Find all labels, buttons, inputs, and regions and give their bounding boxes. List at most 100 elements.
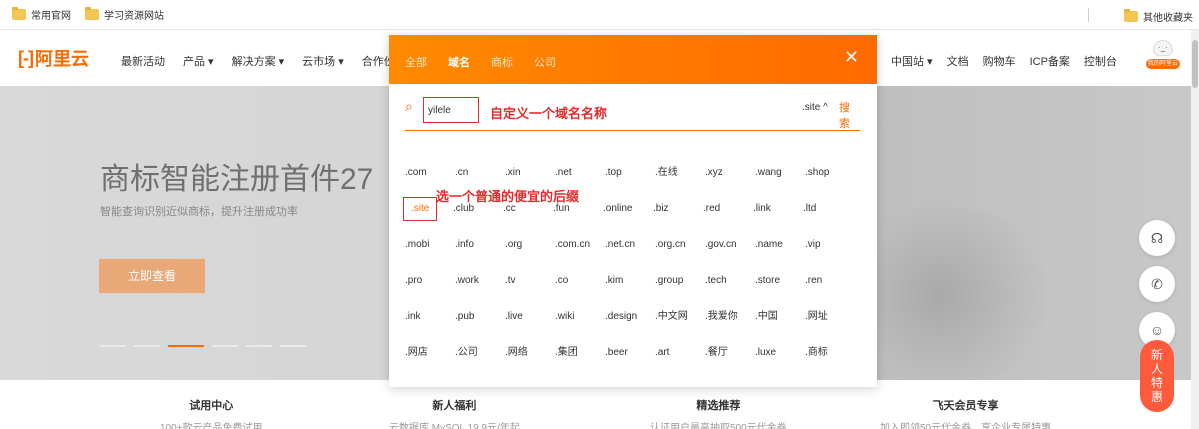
search-button[interactable]: 搜索: [839, 99, 860, 131]
nav-item-console[interactable]: 控制台: [1084, 53, 1117, 69]
nav-item-products[interactable]: 产品 ▾: [183, 53, 214, 69]
card-trial[interactable]: 试用中心 100+款云产品免费试用: [160, 397, 263, 429]
suffix-row: .site .club .cc .fun .online .biz .red .link .lt…: [403, 197, 865, 238]
suffix-option[interactable]: .公司: [455, 346, 505, 382]
suffix-option[interactable]: .餐厅: [705, 346, 755, 382]
suffix-option[interactable]: .ltd: [803, 202, 853, 238]
suffix-option[interactable]: .club: [453, 202, 503, 238]
nav-item-icp[interactable]: ICP备案: [1030, 53, 1070, 69]
nav-item-region[interactable]: 中国站 ▾: [891, 53, 933, 69]
hero-subtitle: 智能查询识别近似商标，提升注册成功率: [100, 206, 298, 218]
suffix-option[interactable]: .name: [755, 238, 805, 274]
suffix-option[interactable]: .ink: [405, 310, 455, 346]
nav-item-solutions[interactable]: 解决方案 ▾: [232, 53, 285, 69]
suffix-option[interactable]: .集团: [555, 346, 605, 382]
carousel-dot[interactable]: [246, 345, 272, 347]
close-icon[interactable]: ✕: [844, 47, 859, 67]
suffix-option[interactable]: .biz: [653, 202, 703, 238]
nav-item-docs[interactable]: 文档: [947, 53, 969, 69]
card-title: 试用中心: [189, 400, 234, 412]
nav-item-marketplace[interactable]: 云市场 ▾: [302, 53, 344, 69]
suffix-option[interactable]: .pub: [455, 310, 505, 346]
suffix-option[interactable]: .商标: [805, 346, 855, 382]
suffix-option[interactable]: .在线: [655, 166, 705, 202]
suffix-option[interactable]: .art: [655, 346, 705, 382]
suffix-option[interactable]: .link: [753, 202, 803, 238]
carousel-dots: [100, 345, 314, 347]
carousel-dot[interactable]: [212, 345, 238, 347]
scrollbar-thumb[interactable]: [1192, 40, 1198, 88]
carousel-dot-active[interactable]: [168, 345, 204, 347]
suffix-option[interactable]: .luxe: [755, 346, 805, 382]
hero-cta-button[interactable]: 立即查看: [99, 259, 205, 293]
phone-icon[interactable]: ✆: [1139, 266, 1175, 302]
suffix-option[interactable]: .网络: [505, 346, 555, 382]
scrollbar-track[interactable]: [1191, 30, 1199, 429]
newbie-offer-button[interactable]: 新 人 特 惠: [1140, 340, 1174, 412]
suffix-row: .网店 .公司 .网络 .集团 .beer .art .餐厅 .luxe .商标: [405, 346, 865, 382]
avatar[interactable]: ·_· 我的阿里云: [1146, 40, 1180, 78]
suffix-option[interactable]: .shop: [805, 166, 855, 202]
tab-trademark[interactable]: 商标: [491, 54, 513, 70]
newbie-char: 新: [1150, 348, 1163, 362]
suffix-option[interactable]: .store: [755, 274, 805, 310]
suffix-option[interactable]: .com.cn: [555, 238, 605, 274]
suffix-option[interactable]: .cc: [503, 202, 553, 238]
suffix-option[interactable]: .net.cn: [605, 238, 655, 274]
carousel-dot[interactable]: [280, 345, 306, 347]
domain-search-input[interactable]: [423, 97, 479, 123]
suffix-option[interactable]: .info: [455, 238, 505, 274]
tab-company[interactable]: 公司: [534, 54, 556, 70]
suffix-option[interactable]: .design: [605, 310, 655, 346]
card-newbie[interactable]: 新人福利 云数据库 MySQL 19.9元/年起: [389, 397, 520, 429]
suffix-dropdown[interactable]: .site ^: [802, 102, 828, 113]
suffix-option[interactable]: .我爱你: [705, 310, 755, 346]
suffix-option[interactable]: .kim: [605, 274, 655, 310]
bookmark-item[interactable]: 常用官网: [12, 7, 71, 22]
suffix-option[interactable]: .pro: [405, 274, 455, 310]
aliyun-logo[interactable]: [-] 阿里云: [18, 45, 89, 71]
suffix-option[interactable]: .red: [703, 202, 753, 238]
suffix-option[interactable]: .xyz: [705, 166, 755, 202]
carousel-dot[interactable]: [134, 345, 160, 347]
suffix-option[interactable]: .top: [605, 166, 655, 202]
card-title: 精选推荐: [696, 400, 741, 412]
suffix-option[interactable]: .中国: [755, 310, 805, 346]
suffix-option[interactable]: .org.cn: [655, 238, 705, 274]
card-desc: 加入即领50元代金券，享企业专属特惠: [880, 423, 1052, 429]
suffix-option[interactable]: .beer: [605, 346, 655, 382]
carousel-dot[interactable]: [100, 345, 126, 347]
suffix-option[interactable]: .中文网: [655, 310, 705, 346]
suffix-option[interactable]: .vip: [805, 238, 855, 274]
tab-domain[interactable]: 域名: [448, 54, 470, 70]
nav-item-latest[interactable]: 最新活动: [121, 53, 165, 69]
card-desc: 认证用户最高抽取500元代金券: [650, 423, 787, 429]
card-featured[interactable]: 精选推荐 认证用户最高抽取500元代金券: [650, 397, 787, 429]
suffix-option[interactable]: .ren: [805, 274, 855, 310]
suffix-option-selected[interactable]: .site: [403, 197, 437, 221]
headset-icon[interactable]: ☊: [1139, 220, 1175, 256]
suffix-option[interactable]: .online: [603, 202, 653, 238]
suffix-option[interactable]: .live: [505, 310, 555, 346]
suffix-option[interactable]: .wang: [755, 166, 805, 202]
suffix-option[interactable]: .网址: [805, 310, 855, 346]
tab-all[interactable]: 全部: [405, 54, 427, 70]
bookmark-item[interactable]: 学习资源网站: [85, 7, 164, 22]
bookmarks-bar: 常用官网 学习资源网站 其他收藏夹: [0, 0, 1199, 30]
suffix-option[interactable]: .网店: [405, 346, 455, 382]
suffix-option[interactable]: .org: [505, 238, 555, 274]
suffix-option[interactable]: .tv: [505, 274, 555, 310]
hero-title: 商标智能注册首件27: [100, 163, 374, 196]
suffix-option[interactable]: .tech: [705, 274, 755, 310]
suffix-option[interactable]: .co: [555, 274, 605, 310]
card-desc: 100+款云产品免费试用: [160, 423, 263, 429]
nav-item-cart[interactable]: 购物车: [983, 53, 1016, 69]
suffix-option[interactable]: .group: [655, 274, 705, 310]
suffix-option[interactable]: .wiki: [555, 310, 605, 346]
card-membership[interactable]: 飞天会员专享 加入即领50元代金券，享企业专属特惠: [880, 397, 1051, 429]
suffix-option[interactable]: .mobi: [405, 238, 455, 274]
suffix-option[interactable]: .fun: [553, 202, 603, 238]
suffix-option[interactable]: .gov.cn: [705, 238, 755, 274]
other-bookmarks[interactable]: 其他收藏夹: [1124, 9, 1193, 24]
suffix-option[interactable]: .work: [455, 274, 505, 310]
